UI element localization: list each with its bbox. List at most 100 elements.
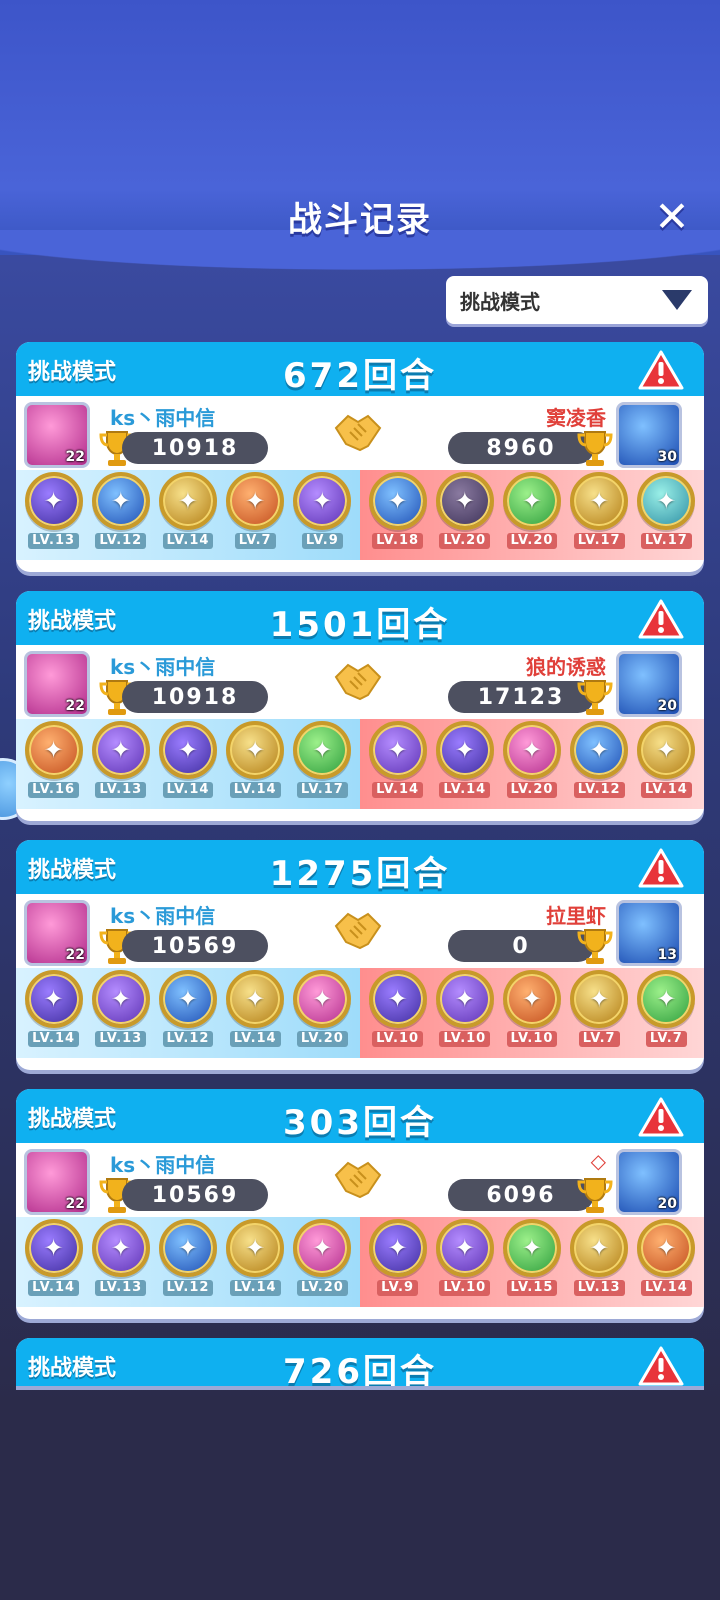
unit-orb-icon: ✦ — [158, 970, 217, 1028]
unit-slot[interactable]: ✦ LV.10 — [434, 970, 496, 1047]
unit-orb-icon: ✦ — [502, 721, 561, 779]
unit-level: LV.14 — [372, 782, 424, 798]
unit-slot[interactable]: ✦ LV.20 — [501, 472, 563, 549]
unit-orb-icon: ✦ — [24, 970, 83, 1028]
unit-slot[interactable]: ✦ LV.10 — [367, 970, 429, 1047]
unit-slot[interactable]: ✦ LV.14 — [434, 721, 496, 798]
trophy-icon — [576, 926, 614, 966]
unit-orb-icon: ✦ — [91, 1219, 150, 1277]
unit-orb-icon: ✦ — [226, 1219, 285, 1277]
unit-slot[interactable]: ✦ LV.13 — [90, 970, 152, 1047]
unit-level: LV.14 — [640, 782, 692, 798]
report-warning-icon[interactable] — [638, 350, 684, 390]
unit-slot[interactable]: ✦ LV.17 — [568, 472, 630, 549]
unit-orb-icon: ✦ — [91, 472, 150, 530]
unit-slot[interactable]: ✦ LV.20 — [291, 970, 353, 1047]
unit-slot[interactable]: ✦ LV.13 — [90, 721, 152, 798]
right-team-units: ✦ LV.10 ✦ LV.10 ✦ LV.10 ✦ LV.7 ✦ LV.7 — [360, 968, 704, 1058]
right-player-avatar[interactable]: 20 — [616, 651, 682, 717]
unit-slot[interactable]: ✦ LV.14 — [157, 472, 219, 549]
right-player-score: 17123 — [448, 681, 594, 713]
right-team-units: ✦ LV.18 ✦ LV.20 ✦ LV.20 ✦ LV.17 ✦ LV.17 — [360, 470, 704, 560]
unit-slot[interactable]: ✦ LV.12 — [157, 1219, 219, 1296]
unit-orb-icon: ✦ — [570, 721, 629, 779]
battle-record-card[interactable]: 挑战模式 672回合 22 ks丶雨中信 10918 8960 窦凌香 30 ✦ LV.13 ✦ LV… — [16, 342, 704, 572]
unit-level: LV.10 — [506, 1031, 558, 1047]
report-warning-icon[interactable] — [638, 599, 684, 639]
unit-slot[interactable]: ✦ LV.12 — [568, 721, 630, 798]
unit-slot[interactable]: ✦ LV.9 — [367, 1219, 429, 1296]
unit-level: LV.10 — [439, 1031, 491, 1047]
unit-slot[interactable]: ✦ LV.14 — [224, 1219, 286, 1296]
unit-slot[interactable]: ✦ LV.18 — [367, 472, 429, 549]
right-player-avatar[interactable]: 13 — [616, 900, 682, 966]
report-warning-icon[interactable] — [638, 1346, 684, 1386]
rounds-count: 1275回合 — [269, 854, 451, 894]
trophy-icon — [576, 428, 614, 468]
unit-level: LV.16 — [28, 782, 80, 798]
unit-orb-icon: ✦ — [158, 721, 217, 779]
unit-slot[interactable]: ✦ LV.12 — [157, 970, 219, 1047]
unit-slot[interactable]: ✦ LV.7 — [568, 970, 630, 1047]
unit-slot[interactable]: ✦ LV.14 — [157, 721, 219, 798]
unit-orb-icon: ✦ — [435, 472, 494, 530]
unit-slot[interactable]: ✦ LV.16 — [23, 721, 85, 798]
report-warning-icon[interactable] — [638, 848, 684, 888]
left-player-name: ks丶雨中信 — [110, 406, 216, 430]
unit-slot[interactable]: ✦ LV.13 — [23, 472, 85, 549]
unit-level: LV.17 — [573, 533, 625, 549]
rounds-count: 726回合 — [283, 1352, 437, 1386]
unit-slot[interactable]: ✦ LV.17 — [291, 721, 353, 798]
unit-slot[interactable]: ✦ LV.17 — [635, 472, 697, 549]
unit-slot[interactable]: ✦ LV.12 — [90, 472, 152, 549]
unit-slot[interactable]: ✦ LV.13 — [90, 1219, 152, 1296]
unit-level: LV.17 — [640, 533, 692, 549]
battle-record-card[interactable]: 挑战模式 303回合 22 ks丶雨中信 10569 6096 ◇ 20 ✦ LV.14 ✦ LV.1… — [16, 1089, 704, 1319]
unit-slot[interactable]: ✦ LV.14 — [224, 721, 286, 798]
unit-level: LV.12 — [95, 533, 147, 549]
unit-slot[interactable]: ✦ LV.14 — [23, 1219, 85, 1296]
unit-slot[interactable]: ✦ LV.14 — [23, 970, 85, 1047]
unit-slot[interactable]: ✦ LV.13 — [568, 1219, 630, 1296]
players-row: 22 ks丶雨中信 10918 8960 窦凌香 30 — [16, 396, 704, 470]
right-player-avatar[interactable]: 20 — [616, 1149, 682, 1215]
unit-slot[interactable]: ✦ LV.20 — [434, 472, 496, 549]
unit-slot[interactable]: ✦ LV.7 — [635, 970, 697, 1047]
unit-slot[interactable]: ✦ LV.15 — [501, 1219, 563, 1296]
units-row: ✦ LV.14 ✦ LV.13 ✦ LV.12 ✦ LV.14 ✦ LV.20 ✦ LV.10 ✦ LV.… — [16, 968, 704, 1058]
left-player-avatar[interactable]: 22 — [24, 1149, 90, 1215]
unit-orb-icon: ✦ — [158, 472, 217, 530]
right-player-avatar[interactable]: 30 — [616, 402, 682, 468]
left-player-level: 22 — [65, 1196, 85, 1212]
unit-slot[interactable]: ✦ LV.20 — [501, 721, 563, 798]
unit-slot[interactable]: ✦ LV.20 — [291, 1219, 353, 1296]
unit-orb-icon: ✦ — [226, 472, 285, 530]
unit-slot[interactable]: ✦ LV.14 — [367, 721, 429, 798]
unit-slot[interactable]: ✦ LV.7 — [224, 472, 286, 549]
unit-level: LV.20 — [506, 533, 558, 549]
unit-orb-icon: ✦ — [637, 970, 696, 1028]
battle-record-card[interactable]: 挑战模式 1501回合 22 ks丶雨中信 10918 17123 狼的诱惑 20 ✦ LV.16… — [16, 591, 704, 821]
unit-level: LV.14 — [439, 782, 491, 798]
left-player-avatar[interactable]: 22 — [24, 402, 90, 468]
battle-record-card[interactable]: 挑战模式 726回合 — [16, 1338, 704, 1386]
battle-record-card[interactable]: 挑战模式 1275回合 22 ks丶雨中信 10569 0 拉里虾 13 ✦ LV.14 ✦ LV.1… — [16, 840, 704, 1070]
unit-slot[interactable]: ✦ LV.10 — [501, 970, 563, 1047]
unit-slot[interactable]: ✦ LV.14 — [635, 721, 697, 798]
unit-orb-icon: ✦ — [24, 721, 83, 779]
unit-level: LV.14 — [28, 1031, 80, 1047]
mode-filter-dropdown[interactable]: 挑战模式 — [446, 276, 708, 324]
unit-slot[interactable]: ✦ LV.14 — [635, 1219, 697, 1296]
close-icon[interactable]: ✕ — [650, 195, 694, 239]
left-player-avatar[interactable]: 22 — [24, 651, 90, 717]
report-warning-icon[interactable] — [638, 1097, 684, 1137]
unit-slot[interactable]: ✦ LV.14 — [224, 970, 286, 1047]
unit-slot[interactable]: ✦ LV.10 — [434, 1219, 496, 1296]
left-team-units: ✦ LV.16 ✦ LV.13 ✦ LV.14 ✦ LV.14 ✦ LV.17 — [16, 719, 360, 809]
right-team-units: ✦ LV.9 ✦ LV.10 ✦ LV.15 ✦ LV.13 ✦ LV.14 — [360, 1217, 704, 1307]
trophy-icon — [576, 677, 614, 717]
unit-orb-icon: ✦ — [226, 970, 285, 1028]
left-player-avatar[interactable]: 22 — [24, 900, 90, 966]
unit-slot[interactable]: ✦ LV.9 — [291, 472, 353, 549]
right-player-level: 20 — [657, 1196, 677, 1212]
